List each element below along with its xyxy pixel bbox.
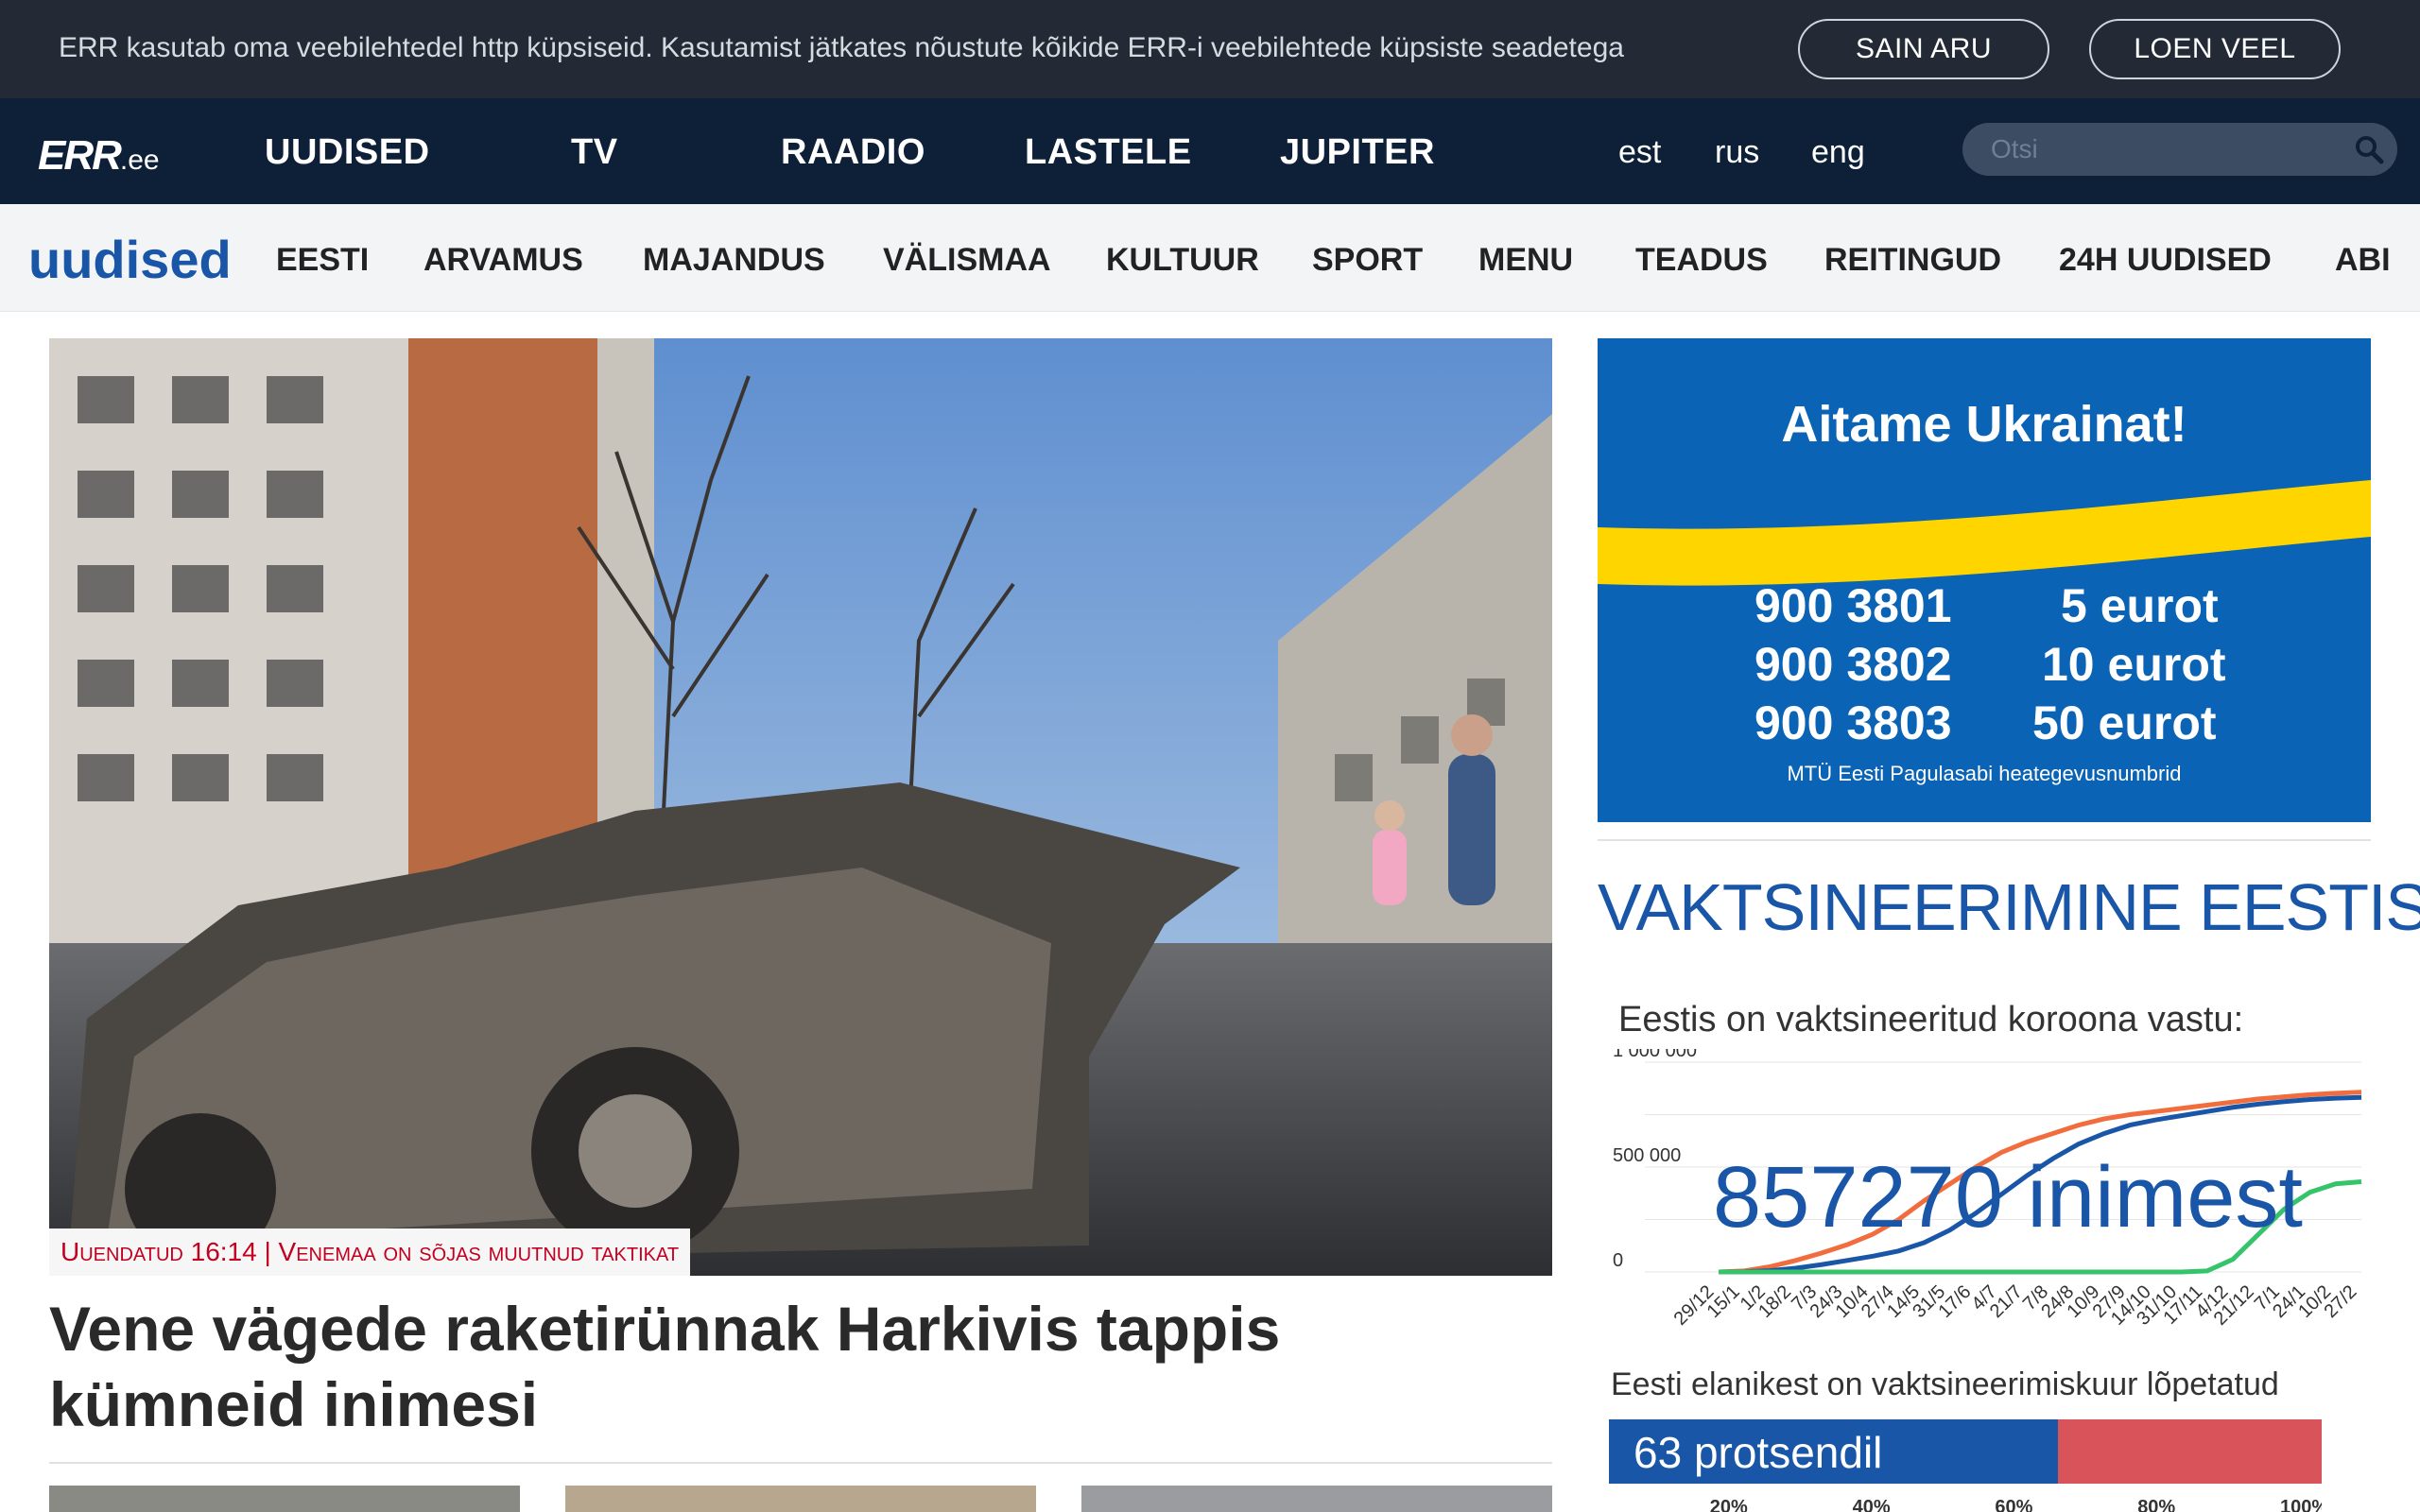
ukraine-donation-banner[interactable]: Aitame Ukrainat! 900 3801 5 eurot 900 38… — [1598, 338, 2371, 822]
section-item-teadus[interactable]: TEADUS — [1635, 242, 1768, 279]
section-item-abi[interactable]: ABI — [2335, 242, 2391, 279]
hero-image[interactable] — [49, 338, 1552, 1276]
donation-number: 900 3802 — [1754, 638, 1952, 691]
err-logo[interactable]: ERR.ee — [38, 132, 160, 180]
completion-label: 63 protsendil — [1634, 1428, 1883, 1477]
cookie-read-more-button[interactable]: LOEN VEEL — [2089, 19, 2341, 79]
chart-y-tick-label: 1 000 000 — [1613, 1049, 1697, 1061]
nav-item-lastele[interactable]: LASTELE — [1025, 132, 1192, 173]
main-navigation: ERR.ee UUDISED TV RAADIO LASTELE JUPITER… — [0, 98, 2420, 204]
scale-tick: 20% — [1709, 1497, 1748, 1512]
chart-y-tick-label: 500 000 — [1613, 1145, 1681, 1166]
section-item-majandus[interactable]: MAJANDUS — [643, 242, 825, 279]
section-item-kultuur[interactable]: KULTUUR — [1106, 242, 1259, 279]
logo-main: ERR — [38, 132, 122, 179]
nav-item-raadio[interactable]: RAADIO — [781, 132, 925, 173]
section-item-menu[interactable]: MENU — [1478, 242, 1573, 279]
hero-divider — [49, 1462, 1552, 1464]
donation-amount: 10 eurot — [2042, 638, 2226, 691]
vaccination-subtitle: Eestis on vaktsineeritud koroona vastu: — [1618, 1000, 2244, 1040]
ukraine-ad-footer: MTÜ Eesti Pagulasabi heategevusnumbrid — [1787, 762, 2182, 785]
lang-rus[interactable]: rus — [1715, 134, 1759, 171]
sidebar-divider — [1598, 839, 2371, 841]
donation-number: 900 3801 — [1754, 579, 1952, 632]
scale-tick: 100% — [2280, 1497, 2322, 1512]
nav-item-jupiter[interactable]: JUPITER — [1280, 132, 1435, 173]
scale-tick: 80% — [2137, 1497, 2176, 1512]
vaccinated-count: 857270 inimest — [1713, 1149, 2303, 1246]
completed-text: Eesti elanikest on vaktsineerimiskuur lõ… — [1611, 1366, 2279, 1402]
section-item-24h-uudised[interactable]: 24H UUDISED — [2059, 242, 2272, 279]
scale-tick: 40% — [1852, 1497, 1891, 1512]
section-item-valismaa[interactable]: VÄLISMAA — [883, 242, 1051, 279]
logo-suffix: .ee — [119, 145, 160, 176]
completion-scale: 20% 40% 60% 80% 100% — [1609, 1497, 2322, 1512]
hero-tag[interactable]: Uuendatud 16:14 | Venemaa on sõjas muutn… — [49, 1228, 691, 1276]
search-input[interactable] — [1991, 130, 2331, 168]
scale-tick: 60% — [1995, 1497, 2033, 1512]
article-thumbnail[interactable] — [565, 1486, 1036, 1512]
hero-headline[interactable]: Vene vägede raketirünnak Harkivis tappis… — [49, 1291, 1552, 1442]
cookie-banner: ERR kasutab oma veebilehtedel http küpsi… — [0, 0, 2420, 98]
section-item-arvamus[interactable]: ARVAMUS — [424, 242, 583, 279]
section-navigation: uudised EESTI ARVAMUS MAJANDUS VÄLISMAA … — [0, 204, 2420, 312]
cookie-text: ERR kasutab oma veebilehtedel http küpsi… — [59, 32, 1624, 63]
completion-progress-bar: 63 protsendil — [1609, 1419, 2322, 1484]
article-thumbnail[interactable] — [49, 1486, 520, 1512]
section-item-eesti[interactable]: EESTI — [276, 242, 369, 279]
section-item-sport[interactable]: SPORT — [1312, 242, 1423, 279]
vaccination-heading[interactable]: VAKTSINEERIMINE EESTIS — [1598, 869, 2420, 945]
nav-item-tv[interactable]: TV — [571, 132, 618, 173]
article-thumbnail[interactable] — [1081, 1486, 1552, 1512]
lang-eng[interactable]: eng — [1811, 134, 1865, 171]
nav-item-uudised[interactable]: UUDISED — [265, 132, 430, 173]
donation-number: 900 3803 — [1754, 696, 1952, 749]
section-brand[interactable]: uudised — [28, 229, 232, 290]
search-icon[interactable] — [2354, 134, 2384, 164]
section-item-reitingud[interactable]: REITINGUD — [1824, 242, 2001, 279]
search-box — [1962, 123, 2397, 176]
cookie-accept-button[interactable]: SAIN ARU — [1798, 19, 2049, 79]
donation-amount: 5 eurot — [2061, 579, 2219, 632]
lang-est[interactable]: est — [1618, 134, 1661, 171]
donation-amount: 50 eurot — [2032, 696, 2217, 749]
chart-y-tick-label: 0 — [1613, 1250, 1623, 1271]
ukraine-ad-title: Aitame Ukrainat! — [1781, 396, 2187, 453]
